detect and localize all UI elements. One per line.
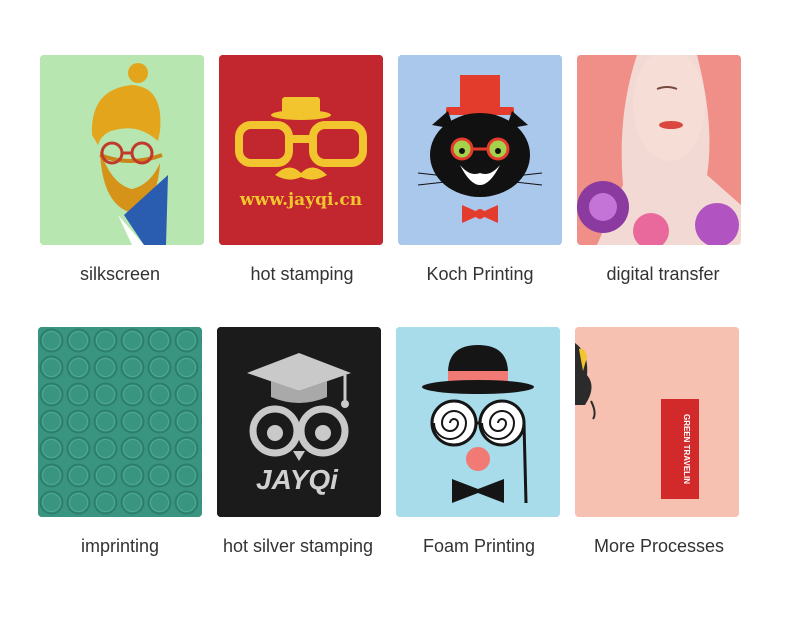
hot-stamping-imprint-text: www.jayqi.cn	[239, 190, 362, 210]
silkscreen-sample-image	[40, 55, 204, 245]
koch-printing-label: Koch Printing	[426, 264, 534, 284]
koch-printing-sample-image	[398, 55, 562, 245]
hot-stamping-sample-image: www.jayqi.cn	[219, 55, 383, 245]
more-processes-label: More Processes	[593, 536, 725, 556]
hot-silver-stamping-sample-image: JAYQi	[217, 327, 381, 517]
hot-stamping-label: hot stamping	[250, 264, 354, 284]
more-processes-sample-image: GREEN TRAVELIN	[575, 327, 739, 517]
hot-silver-stamping-label: hot silver stamping	[222, 536, 374, 556]
digital-transfer-sample-image	[577, 55, 741, 245]
silkscreen-label: silkscreen	[79, 264, 161, 284]
hot-silver-stamping-imprint-text: JAYQi	[256, 464, 339, 495]
foam-printing-sample-image	[396, 327, 560, 517]
imprinting-sample-image	[38, 327, 202, 517]
imprinting-label: imprinting	[80, 536, 160, 556]
foam-printing-label: Foam Printing	[422, 536, 536, 556]
more-processes-tag-text: GREEN TRAVELIN	[682, 414, 691, 484]
digital-transfer-label: digital transfer	[606, 264, 720, 284]
